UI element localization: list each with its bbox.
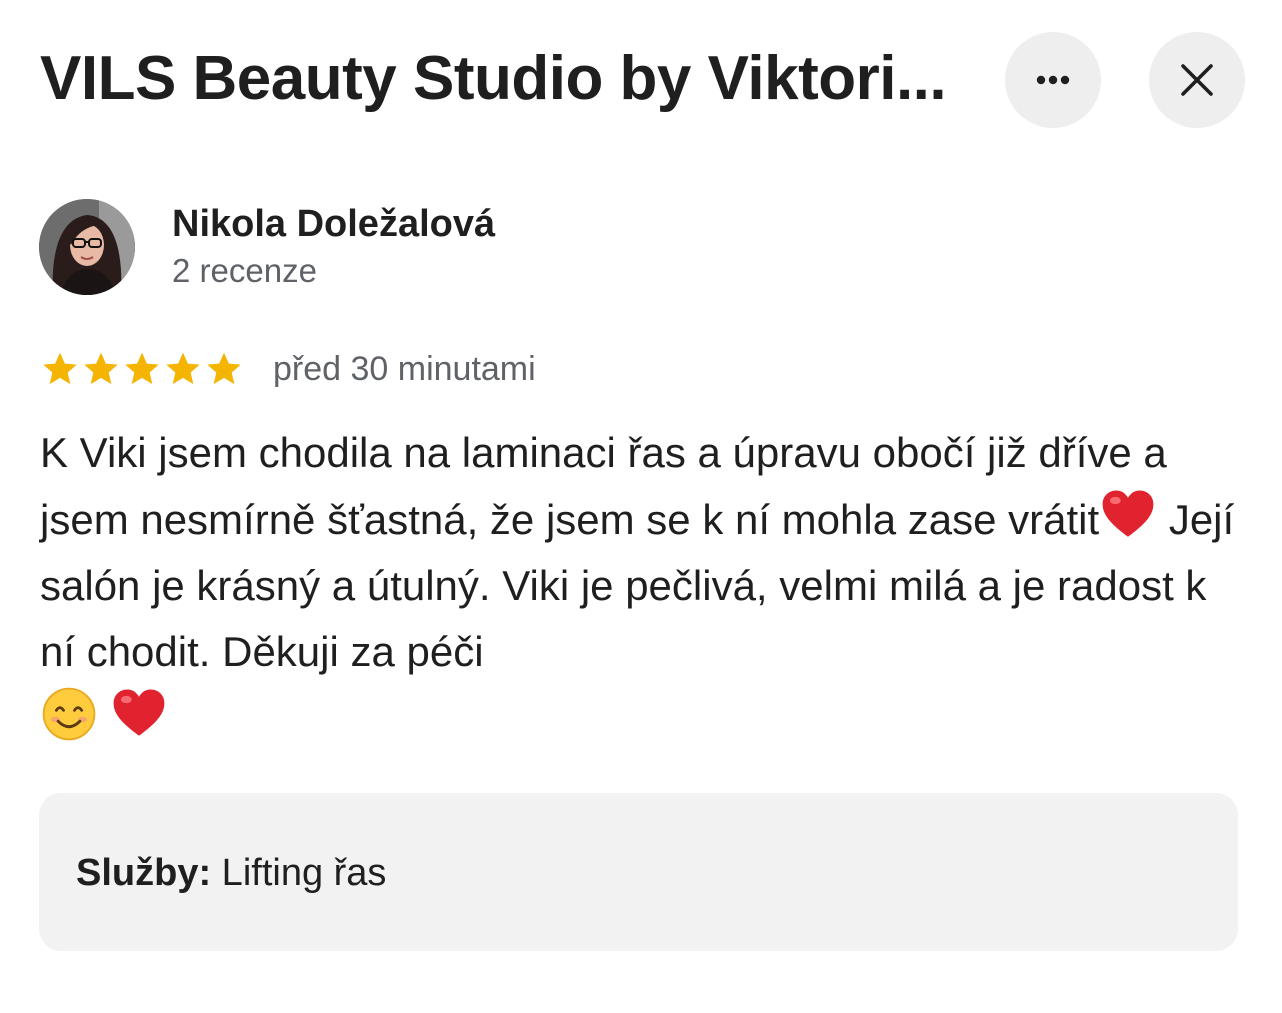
review-time: před 30 minutami — [273, 350, 536, 388]
star-icon — [207, 352, 241, 385]
reviewer-review-count: 2 recenze — [172, 252, 317, 289]
red-heart-emoji — [110, 685, 168, 743]
red-heart-emoji — [1099, 486, 1157, 544]
review-text-part1: K Viki jsem chodila na laminaci řas a úp… — [40, 429, 1167, 543]
services-label: Služby: — [76, 852, 212, 894]
services-value: Lifting řas — [211, 852, 387, 894]
more-horizontal-icon — [1033, 74, 1073, 86]
review-text: K Viki jsem chodila na laminaci řas a úp… — [40, 420, 1250, 752]
close-button[interactable] — [1149, 32, 1245, 128]
smiling-face-emoji — [40, 685, 98, 743]
rating-row: před 30 minutami — [40, 347, 1242, 391]
star-icon — [166, 352, 200, 385]
avatar[interactable] — [39, 199, 135, 295]
star-icon — [125, 352, 159, 385]
star-rating — [40, 349, 244, 389]
reviewer-info: Nikola Doležalová 2 recenze — [39, 199, 1242, 297]
services-text: Služby: Lifting řas — [76, 850, 386, 896]
review-dialog-header: VILS Beauty Studio by Viktori... — [40, 30, 1246, 128]
business-title: VILS Beauty Studio by Viktori... — [40, 44, 947, 113]
star-icon — [84, 352, 118, 385]
close-icon — [1180, 63, 1214, 97]
star-icon — [43, 352, 77, 385]
services-box: Služby: Lifting řas — [39, 793, 1238, 951]
more-options-button[interactable] — [1005, 32, 1101, 128]
reviewer-name[interactable]: Nikola Doležalová — [172, 201, 495, 247]
